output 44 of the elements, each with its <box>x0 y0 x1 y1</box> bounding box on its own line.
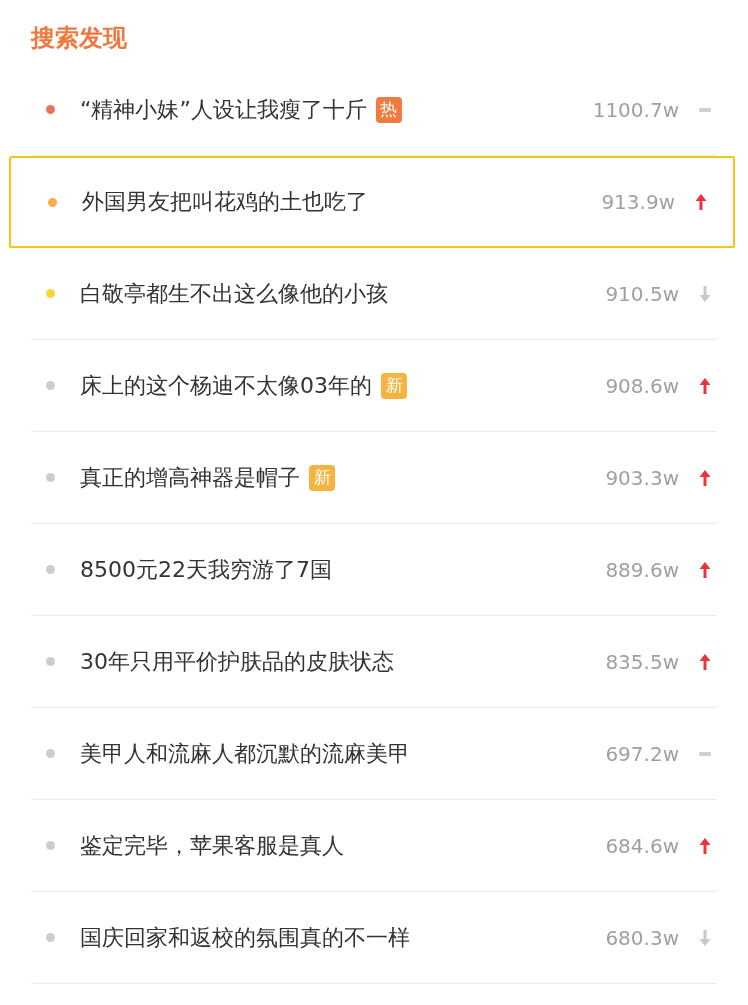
tag-badge: 热 <box>375 96 402 123</box>
item-title: 8500元22天我穷游了7国 <box>80 555 332 584</box>
search-item[interactable]: 鉴定完毕，苹果客服是真人 684.6w <box>31 800 717 892</box>
item-title: 30年只用平价护肤品的皮肤状态 <box>80 647 394 676</box>
item-title: 国庆回家和返校的氛围真的不一样 <box>80 923 410 952</box>
down-arrow-icon <box>699 284 711 303</box>
item-title: “精神小妹”人设让我瘦了十斤 <box>80 95 367 124</box>
search-item[interactable]: 8500元22天我穷游了7国 889.6w <box>31 524 717 616</box>
heat-count: 910.5w <box>605 281 679 306</box>
item-title: 鉴定完毕，苹果客服是真人 <box>80 831 344 860</box>
tag-badge: 新 <box>309 464 335 491</box>
section-title: 搜索发现 <box>31 23 127 54</box>
up-arrow-icon <box>699 376 711 395</box>
tag-badge: 新 <box>381 372 407 399</box>
up-arrow-icon <box>695 193 707 211</box>
heat-count: 680.3w <box>605 925 679 950</box>
item-title: 床上的这个杨迪不太像03年的 <box>80 371 372 400</box>
heat-count: 1100.7w <box>592 97 679 122</box>
heat-count: 684.6w <box>605 833 679 858</box>
search-item[interactable]: 国庆回家和返校的氛围真的不一样 680.3w <box>31 892 717 984</box>
heat-count: 908.6w <box>605 373 679 398</box>
dash-icon <box>699 107 711 112</box>
down-arrow-icon <box>699 928 711 947</box>
item-title: 美甲人和流麻人都沉默的流麻美甲 <box>80 739 410 768</box>
up-arrow-icon <box>699 836 711 855</box>
item-title: 真正的增高神器是帽子 <box>80 463 300 492</box>
up-arrow-icon <box>699 652 711 671</box>
search-item[interactable]: 美甲人和流麻人都沉默的流麻美甲 697.2w <box>31 708 717 800</box>
search-item[interactable]: 白敬亭都生不出这么像他的小孩 910.5w <box>31 248 717 340</box>
up-arrow-icon <box>699 468 711 487</box>
item-title: 外国男友把叫花鸡的土也吃了 <box>82 188 368 216</box>
heat-count: 835.5w <box>605 649 679 674</box>
search-item[interactable]: 床上的这个杨迪不太像03年的 新 908.6w <box>31 340 717 432</box>
item-title: 白敬亭都生不出这么像他的小孩 <box>80 279 388 308</box>
heat-count: 903.3w <box>605 465 679 490</box>
search-item[interactable]: 30年只用平价护肤品的皮肤状态 835.5w <box>31 616 717 708</box>
heat-count: 697.2w <box>605 741 679 766</box>
search-item[interactable]: “精神小妹”人设让我瘦了十斤 热 1100.7w <box>31 64 717 156</box>
heat-count: 913.9w <box>601 190 675 214</box>
dash-icon <box>699 751 711 756</box>
search-item[interactable]: 真正的增高神器是帽子 新 903.3w <box>31 432 717 524</box>
up-arrow-icon <box>699 560 711 579</box>
search-item[interactable]: 外国男友把叫花鸡的土也吃了 913.9w <box>9 156 735 248</box>
heat-count: 889.6w <box>605 557 679 582</box>
